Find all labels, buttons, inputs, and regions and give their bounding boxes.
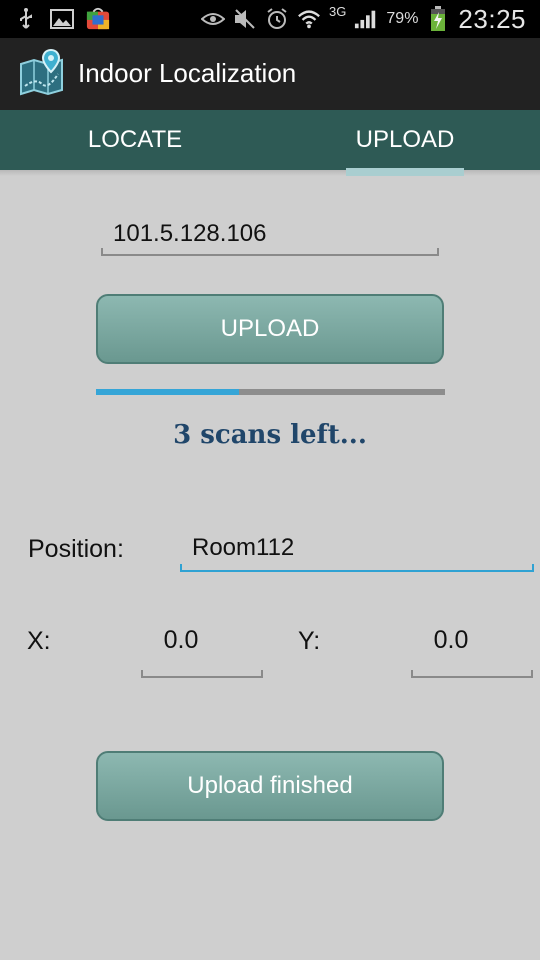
y-value: 0.0: [433, 626, 469, 654]
eye-icon: [201, 8, 226, 30]
alarm-icon: [265, 8, 289, 30]
mute-icon: [233, 8, 257, 30]
tab-upload[interactable]: UPLOAD: [270, 110, 540, 170]
tab-bar: LOCATE UPLOAD: [0, 110, 540, 170]
upload-button[interactable]: UPLOAD: [96, 294, 444, 364]
battery-charging-icon: [426, 6, 450, 31]
map-pin-icon: [18, 48, 66, 96]
network-type: 3G: [329, 3, 347, 19]
y-label: Y:: [298, 627, 321, 655]
signal-icon: [354, 8, 378, 30]
image-icon: [50, 8, 74, 30]
upload-progress-bar: [96, 389, 445, 395]
upload-button-label: UPLOAD: [220, 315, 320, 342]
server-address-input[interactable]: 101.5.128.106: [101, 216, 439, 256]
upload-progress-fill: [96, 389, 240, 395]
y-input[interactable]: 0.0: [411, 620, 533, 678]
tab-selected-indicator: [346, 168, 464, 176]
position-input[interactable]: Room112: [180, 528, 534, 572]
status-bar: 3G 79% 23:25: [0, 0, 540, 38]
usb-icon: [14, 8, 38, 30]
server-address-value: 101.5.128.106: [113, 220, 267, 247]
x-input[interactable]: 0.0: [141, 620, 263, 678]
tab-locate[interactable]: LOCATE: [0, 110, 270, 170]
upload-finished-label: Upload finished: [187, 772, 353, 799]
scans-left-message: 3 scans left...: [173, 420, 367, 450]
position-value: Room112: [192, 534, 295, 561]
upload-finished-button[interactable]: Upload finished: [96, 751, 444, 821]
x-value: 0.0: [163, 626, 199, 654]
wifi-icon: [297, 8, 321, 30]
action-bar: Indoor Localization: [0, 38, 540, 110]
clock: 23:25: [458, 3, 526, 34]
app-title: Indoor Localization: [78, 58, 297, 88]
store-icon: [86, 7, 110, 30]
battery-percent: 79%: [386, 10, 419, 27]
x-label: X:: [27, 627, 51, 655]
position-label: Position:: [28, 535, 124, 563]
